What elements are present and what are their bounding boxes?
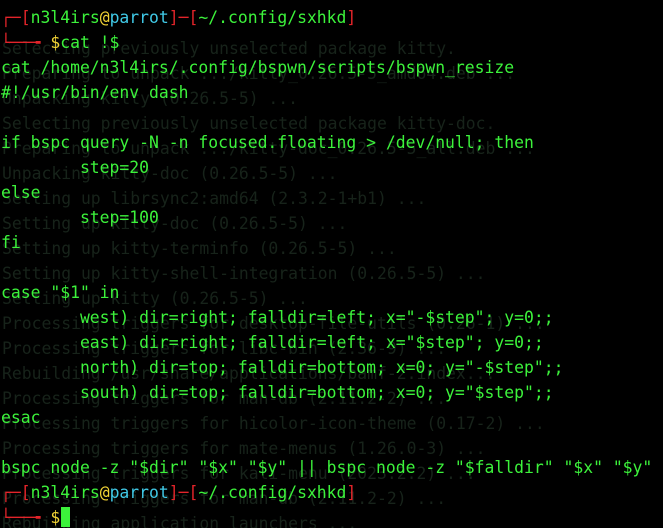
active-prompt-line[interactable]: └──╼ $ — [1, 505, 71, 528]
output-line: north) dir=top; falldir=bottom; x=0; y="… — [1, 358, 564, 377]
output-line: step=100 — [1, 208, 159, 227]
prompt-separator: ]─[ — [168, 483, 199, 502]
output-line: cat /home/n3l4irs/.config/bspwn/scripts/… — [1, 58, 515, 77]
prompt-symbol: $ — [50, 508, 61, 527]
prompt-bracket-close: ] — [346, 483, 357, 502]
output-line: fi — [1, 233, 21, 252]
prompt-host: parrot — [109, 8, 169, 27]
output-line: south) dir=top; falldir=bottom; x=0; y="… — [1, 383, 554, 402]
terminal-window[interactable]: Selecting previously unselected package … — [0, 0, 663, 528]
prompt-user: n3l4irs — [30, 483, 100, 502]
output-line: west) dir=right; falldir=left; x="-$step… — [1, 308, 554, 327]
prompt-bracket: ┌─[ — [1, 483, 31, 502]
output-line: if bspc query -N -n focused.floating > /… — [1, 133, 534, 152]
output-line: case "$1" in — [1, 283, 120, 302]
prompt-symbol: $ — [50, 33, 61, 52]
output-line: east) dir=right; falldir=left; x="$step"… — [1, 333, 544, 352]
output-line: bspc node -z "$dir" "$x" "$y" || bspc no… — [1, 458, 653, 477]
prompt-host: parrot — [109, 483, 169, 502]
ghost-line: Processing triggers for hicolor-icon-the… — [2, 414, 545, 433]
text-cursor — [61, 507, 71, 527]
prompt-user: n3l4irs — [30, 8, 100, 27]
prompt-path: ~/.config/sxhkd — [198, 8, 347, 27]
prompt-at: @ — [99, 8, 110, 27]
prompt-at: @ — [99, 483, 110, 502]
output-line: esac — [1, 408, 41, 427]
output-line: #!/usr/bin/env dash — [1, 83, 189, 102]
prompt-header-line: ┌─[n3l4irs@parrot]─[~/.config/sxhkd] — [1, 480, 356, 505]
prompt-bracket-close: ] — [346, 8, 357, 27]
ghost-line: Setting up kitty-terminfo (0.26.5-5) ... — [2, 239, 397, 258]
output-line: else — [1, 183, 41, 202]
prompt-path: ~/.config/sxhkd — [198, 483, 347, 502]
prompt-corner: └──╼ — [1, 33, 51, 52]
output-line: step=20 — [1, 158, 150, 177]
prompt-separator: ]─[ — [168, 8, 199, 27]
entered-command: cat !$ — [60, 33, 120, 52]
prompt-header-line: ┌─[n3l4irs@parrot]─[~/.config/sxhkd] — [1, 5, 356, 30]
prompt-bracket: ┌─[ — [1, 8, 31, 27]
prompt-command-line: └──╼ $cat !$ — [1, 30, 119, 55]
prompt-corner: └──╼ — [1, 508, 51, 527]
